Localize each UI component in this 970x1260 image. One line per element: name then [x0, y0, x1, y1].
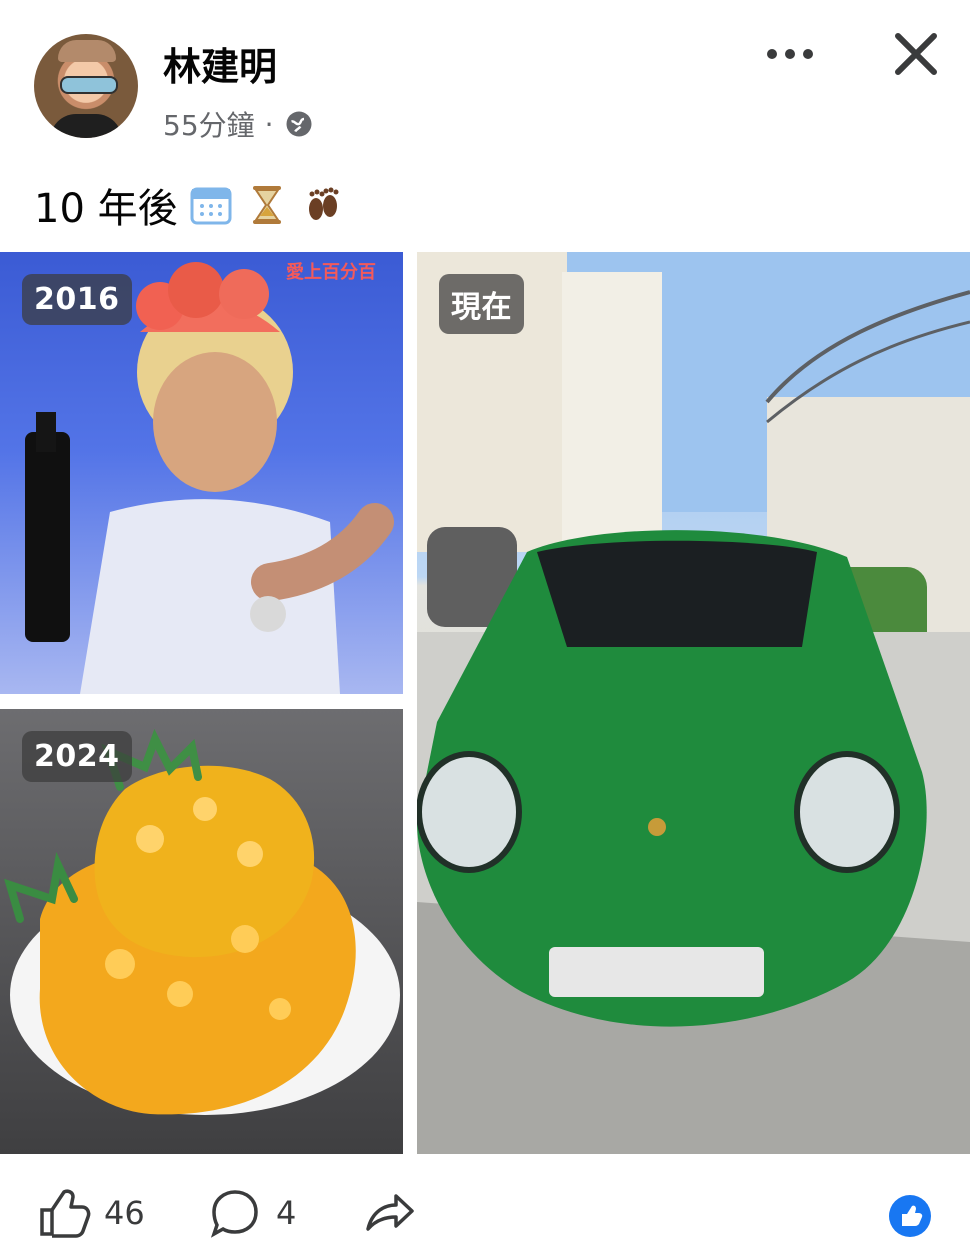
post-time[interactable]: 55分鐘: [163, 104, 255, 144]
photo-time-tag-now: 現在: [439, 274, 524, 334]
media-photo-now[interactable]: 現在: [417, 252, 970, 1154]
author-name[interactable]: 林建明: [163, 36, 277, 91]
hourglass-icon: [252, 186, 281, 224]
close-icon[interactable]: [888, 26, 944, 82]
post-caption: 10 年後: [34, 176, 346, 234]
more-options-button[interactable]: [762, 34, 818, 74]
avatar-hat: [58, 40, 116, 62]
meta-separator: ·: [264, 107, 274, 141]
video-watermark: 愛上百分百: [286, 261, 376, 283]
photo-year-tag-2016: 2016: [22, 274, 132, 325]
calendar-icon: [190, 187, 232, 225]
like-reaction-icon: [889, 1195, 931, 1237]
more-dot-icon: [785, 49, 795, 59]
author-avatar[interactable]: [34, 34, 138, 138]
globe-icon: [286, 111, 312, 137]
post-actions: 46 4: [0, 1166, 970, 1260]
more-dot-icon: [803, 49, 813, 59]
green-sports-car-photo: [417, 252, 970, 1154]
like-button[interactable]: 46: [34, 1184, 145, 1242]
photo-year-tag-2024: 2024: [22, 731, 132, 782]
comment-icon: [210, 1190, 258, 1238]
share-button[interactable]: [360, 1184, 430, 1242]
avatar-shirt: [50, 114, 122, 138]
like-count: 46: [104, 1194, 145, 1232]
media-photo-2024[interactable]: 2024: [0, 709, 403, 1154]
thumbs-up-icon: [40, 1189, 91, 1238]
comment-button[interactable]: 4: [206, 1184, 296, 1242]
post-header: 林建明 55分鐘 ·: [0, 0, 970, 160]
media-photo-2016[interactable]: 愛上百分百 2016: [0, 252, 403, 694]
share-icon: [366, 1194, 414, 1231]
comment-count: 4: [276, 1194, 297, 1232]
more-dot-icon: [767, 49, 777, 59]
media-grid: 愛上百分百 2016 2024 現在: [0, 252, 970, 1154]
footprints-icon: [308, 187, 339, 220]
avatar-glasses: [60, 76, 118, 94]
post-meta: 55分鐘 ·: [163, 104, 314, 144]
caption-text: 10 年後: [34, 186, 178, 232]
